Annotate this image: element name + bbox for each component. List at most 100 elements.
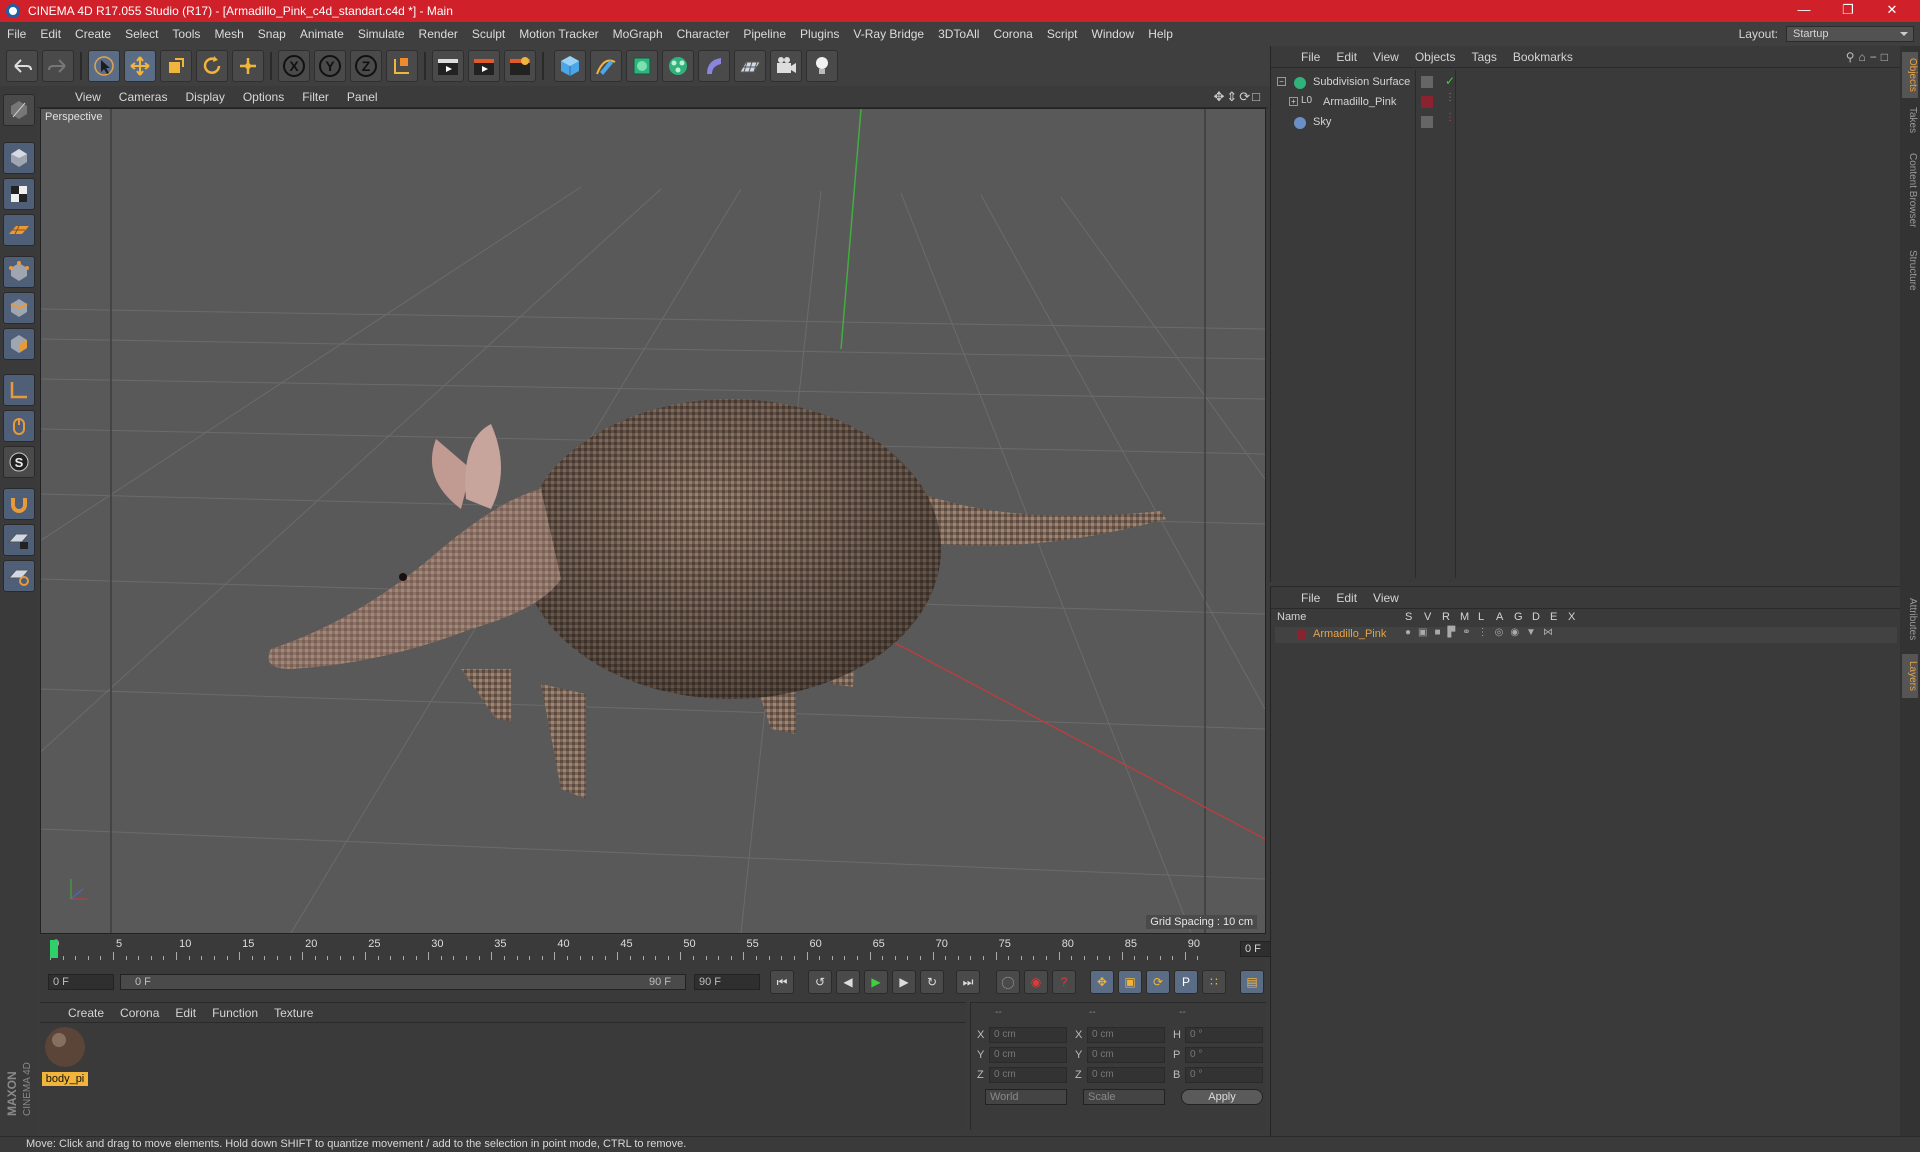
viewport-menu-display[interactable]: Display bbox=[176, 90, 233, 104]
material-menu-texture[interactable]: Texture bbox=[266, 1006, 321, 1020]
material-swatch[interactable]: body_pi bbox=[42, 1025, 88, 1086]
timeline-ruler[interactable]: 051015202530354045505560657075808590 0 F bbox=[40, 936, 1306, 964]
menu-edit[interactable]: Edit bbox=[33, 27, 68, 41]
rotate-tool-button[interactable] bbox=[196, 50, 228, 82]
move-tool-button[interactable] bbox=[124, 50, 156, 82]
quantize-button[interactable] bbox=[3, 560, 35, 592]
coord-scale-dropdown[interactable]: Scale bbox=[1083, 1089, 1165, 1105]
start-frame-field[interactable]: 0 F bbox=[48, 974, 114, 990]
tab-layers[interactable]: Layers bbox=[1902, 654, 1918, 698]
coordinate-system-button[interactable] bbox=[386, 50, 418, 82]
edges-mode-button[interactable] bbox=[3, 292, 35, 324]
menu-vray-bridge[interactable]: V-Ray Bridge bbox=[846, 27, 931, 41]
menu-snap[interactable]: Snap bbox=[251, 27, 293, 41]
key-rotation-button[interactable]: ⟳ bbox=[1146, 970, 1170, 994]
frame-range-slider[interactable]: 0 F 90 F bbox=[120, 974, 686, 990]
viewport-menu-filter[interactable]: Filter bbox=[293, 90, 338, 104]
menu-motion-tracker[interactable]: Motion Tracker bbox=[512, 27, 605, 41]
tab-attributes[interactable]: Attributes bbox=[1902, 588, 1918, 650]
add-mograph-button[interactable] bbox=[662, 50, 694, 82]
size-z-field[interactable]: 0 cm bbox=[1087, 1067, 1165, 1083]
viewport-menu-cameras[interactable]: Cameras bbox=[110, 90, 177, 104]
go-to-end-button[interactable]: ⏭ bbox=[956, 970, 980, 994]
record-active-button[interactable]: ◉ bbox=[1024, 970, 1048, 994]
menu-create[interactable]: Create bbox=[68, 27, 118, 41]
render-view-button[interactable] bbox=[432, 50, 464, 82]
size-x-field[interactable]: 0 cm bbox=[1087, 1027, 1165, 1043]
axis-mode-button[interactable] bbox=[3, 374, 35, 406]
timeline-window-button[interactable]: ▤ bbox=[1240, 970, 1264, 994]
menu-window[interactable]: Window bbox=[1085, 27, 1142, 41]
tab-structure[interactable]: Structure bbox=[1902, 242, 1918, 298]
position-z-field[interactable]: 0 cm bbox=[989, 1067, 1067, 1083]
rotation-b-field[interactable]: 0 ° bbox=[1185, 1067, 1263, 1083]
menu-script[interactable]: Script bbox=[1040, 27, 1085, 41]
viewport-menu-options[interactable]: Options bbox=[234, 90, 293, 104]
menu-tools[interactable]: Tools bbox=[165, 27, 207, 41]
object-row-subdivision-surface[interactable]: − Subdivision Surface ✓ bbox=[1275, 74, 1897, 92]
tab-content-browser[interactable]: Content Browser bbox=[1902, 142, 1918, 238]
add-floor-button[interactable] bbox=[734, 50, 766, 82]
undo-button[interactable] bbox=[6, 50, 38, 82]
viewport-menu-view[interactable]: View bbox=[66, 90, 110, 104]
menu-mograph[interactable]: MoGraph bbox=[606, 27, 670, 41]
apply-button[interactable]: Apply bbox=[1181, 1089, 1263, 1105]
tweak-mode-button[interactable] bbox=[3, 410, 35, 442]
end-frame-field[interactable]: 90 F bbox=[694, 974, 760, 990]
position-y-field[interactable]: 0 cm bbox=[989, 1047, 1067, 1063]
previous-frame-button[interactable]: ◀ bbox=[836, 970, 860, 994]
key-position-button[interactable]: ✥ bbox=[1090, 970, 1114, 994]
z-axis-lock-button[interactable]: Z bbox=[350, 50, 382, 82]
menu-corona[interactable]: Corona bbox=[986, 27, 1039, 41]
visibility-dots-icon[interactable] bbox=[1421, 116, 1433, 128]
magnet-button[interactable] bbox=[3, 488, 35, 520]
size-y-field[interactable]: 0 cm bbox=[1087, 1047, 1165, 1063]
y-axis-lock-button[interactable]: Y bbox=[314, 50, 346, 82]
object-menu-edit[interactable]: Edit bbox=[1328, 50, 1365, 64]
layer-row[interactable]: Armadillo_Pink ●▣■▛⚭⋮◎◉▼⋈ bbox=[1275, 627, 1897, 643]
menu-render[interactable]: Render bbox=[412, 27, 465, 41]
transform-tool-button[interactable] bbox=[232, 50, 264, 82]
key-parameter-button[interactable]: P bbox=[1174, 970, 1198, 994]
next-keyframe-button[interactable]: ↻ bbox=[920, 970, 944, 994]
object-menu-tags[interactable]: Tags bbox=[1464, 50, 1505, 64]
rotation-p-field[interactable]: 0 ° bbox=[1185, 1047, 1263, 1063]
layer-toggle-icons[interactable]: ●▣■▛⚭⋮◎◉▼⋈ bbox=[1405, 627, 1560, 638]
material-menu-function[interactable]: Function bbox=[204, 1006, 266, 1020]
object-menu-objects[interactable]: Objects bbox=[1407, 50, 1464, 64]
visibility-dots-icon[interactable]: ⋮ bbox=[1445, 92, 1455, 103]
x-axis-lock-button[interactable]: X bbox=[278, 50, 310, 82]
object-row-armadillo-pink[interactable]: + L0 Armadillo_Pink ⋮ bbox=[1275, 92, 1897, 112]
add-subdivision-button[interactable] bbox=[626, 50, 658, 82]
playhead[interactable] bbox=[50, 940, 58, 958]
material-menu-edit[interactable]: Edit bbox=[167, 1006, 204, 1020]
points-mode-button[interactable] bbox=[3, 256, 35, 288]
motion-record-button[interactable]: ◯ bbox=[996, 970, 1020, 994]
minimize-icon[interactable]: — bbox=[1782, 0, 1826, 22]
layer-menu-edit[interactable]: Edit bbox=[1328, 591, 1365, 605]
model-mode-button[interactable] bbox=[3, 142, 35, 174]
add-cube-button[interactable] bbox=[554, 50, 586, 82]
visibility-dots-icon[interactable]: ⋮ bbox=[1445, 112, 1455, 123]
menu-animate[interactable]: Animate bbox=[293, 27, 351, 41]
layer-color-swatch[interactable] bbox=[1421, 96, 1433, 108]
rotation-h-field[interactable]: 0 ° bbox=[1185, 1027, 1263, 1043]
live-selection-button[interactable] bbox=[88, 50, 120, 82]
layout-dropdown[interactable]: Startup bbox=[1786, 26, 1914, 42]
menu-help[interactable]: Help bbox=[1141, 27, 1180, 41]
object-menu-view[interactable]: View bbox=[1365, 50, 1407, 64]
menu-plugins[interactable]: Plugins bbox=[793, 27, 846, 41]
scale-tool-button[interactable] bbox=[160, 50, 192, 82]
render-to-picture-viewer-button[interactable] bbox=[504, 50, 536, 82]
close-icon[interactable]: ✕ bbox=[1870, 0, 1914, 22]
menu-select[interactable]: Select bbox=[118, 27, 165, 41]
make-editable-button[interactable] bbox=[3, 94, 35, 126]
layer-menu-file[interactable]: File bbox=[1293, 591, 1328, 605]
menu-3dtoall[interactable]: 3DToAll bbox=[931, 27, 986, 41]
menu-simulate[interactable]: Simulate bbox=[351, 27, 412, 41]
material-menu-create[interactable]: Create bbox=[60, 1006, 112, 1020]
layer-menu-view[interactable]: View bbox=[1365, 591, 1407, 605]
perspective-viewport[interactable]: Perspective Grid Spacing : 10 cm bbox=[40, 108, 1266, 934]
object-menu-file[interactable]: File bbox=[1293, 50, 1328, 64]
add-camera-button[interactable] bbox=[770, 50, 802, 82]
